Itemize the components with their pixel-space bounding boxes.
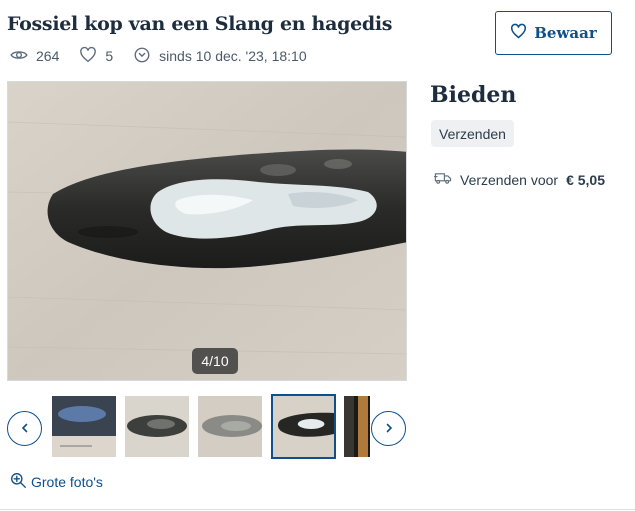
save-button[interactable]: Bewaar (495, 11, 612, 55)
posted-date-text: sinds 10 dec. '23, 18:10 (159, 48, 307, 64)
favorites-count: 5 (79, 46, 113, 67)
truck-icon (434, 170, 452, 189)
offer-heading: Bieden (430, 82, 517, 108)
thumbnail[interactable] (52, 396, 116, 457)
heart-icon (79, 46, 97, 67)
zoom-in-icon (10, 472, 27, 492)
photo-counter: 4/10 (192, 348, 238, 374)
favorites-count-value: 5 (105, 48, 114, 64)
delivery-chip: Verzenden (431, 120, 514, 147)
thumbnail[interactable] (344, 396, 370, 457)
shipping-text: Verzenden voor (460, 171, 559, 188)
chevron-right-icon (384, 420, 394, 438)
thumbnail-strip (52, 393, 370, 459)
prev-photo-button[interactable] (7, 411, 42, 446)
posted-date: sinds 10 dec. '23, 18:10 (133, 46, 307, 67)
divider (0, 509, 635, 510)
big-photos-link[interactable]: Grote foto's (10, 472, 103, 492)
listing-title: Fossiel kop van een Slang en hagedis (7, 13, 393, 35)
chevron-left-icon (20, 420, 30, 438)
shipping-price: € 5,05 (566, 171, 606, 188)
fossil-photo (8, 82, 406, 380)
thumbnail[interactable] (125, 396, 189, 457)
clock-icon (133, 46, 151, 67)
shipping-info: Verzenden voor € 5,05 (434, 170, 605, 189)
next-photo-button[interactable] (371, 411, 406, 446)
main-photo[interactable]: 4/10 (7, 81, 407, 381)
thumbnail-carousel (7, 393, 409, 459)
big-photos-label: Grote foto's (31, 474, 103, 490)
offer-panel: Bieden Verzenden Verzenden voor € 5,05 (430, 82, 605, 188)
eye-icon (10, 46, 28, 67)
save-button-label: Bewaar (534, 24, 597, 42)
heart-icon (510, 23, 527, 44)
views-count: 264 (10, 46, 59, 67)
views-count-value: 264 (36, 48, 60, 64)
thumbnail-selected[interactable] (271, 394, 336, 459)
listing-meta: 264 5 sinds 10 dec. '23, 18:10 (10, 46, 327, 67)
thumbnail[interactable] (198, 396, 262, 457)
